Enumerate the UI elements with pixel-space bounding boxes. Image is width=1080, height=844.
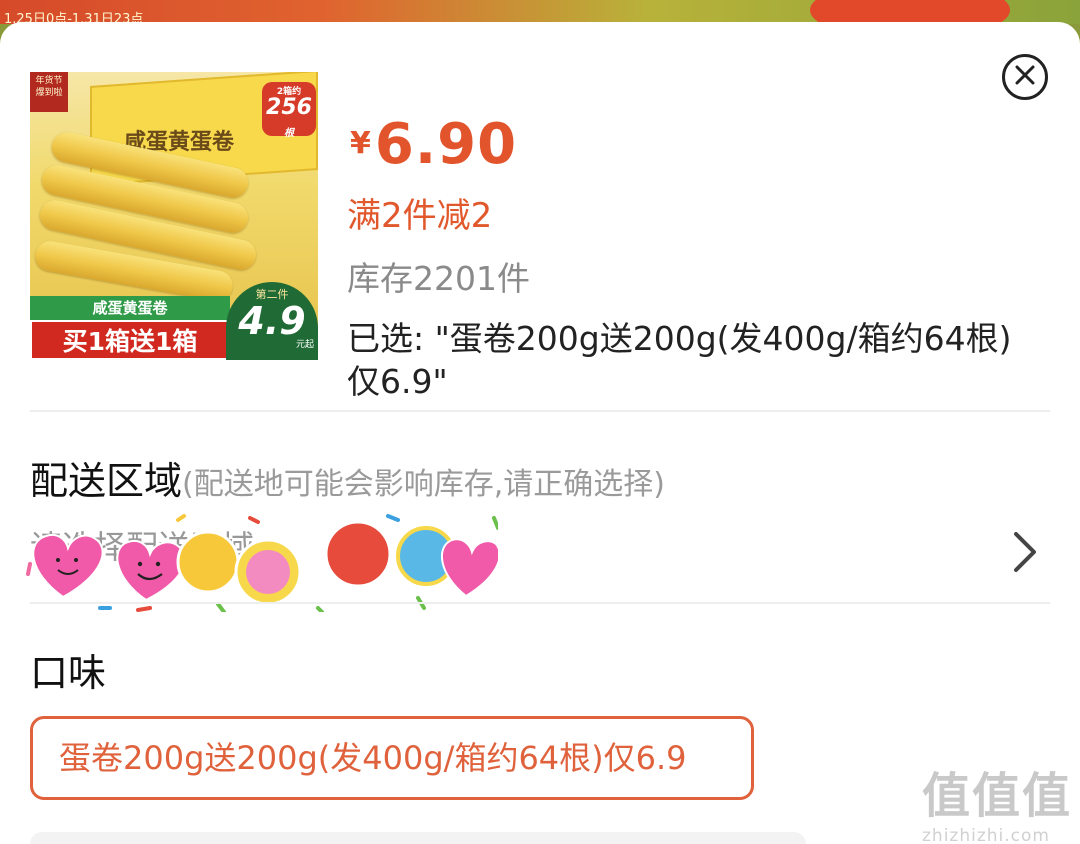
- flavor-section-title: 口味: [30, 651, 107, 695]
- product-image-offer: 买1箱送1箱: [30, 320, 230, 360]
- heart-sticker: [32, 534, 104, 599]
- watermark-logo: 值值值: [922, 768, 1073, 824]
- flavor-option-selected[interactable]: 蛋卷200g送200g(发400g/箱约64根)仅6.9: [30, 716, 754, 800]
- next-section-placeholder: [30, 832, 806, 844]
- delivery-hint: (配送地可能会影响库存,请正确选择): [182, 467, 665, 502]
- selected-sku-text: 已选: "蛋卷200g送200g(发400g/箱约64根)仅6.9": [347, 319, 1012, 401]
- product-image-price-badge: 第二件 4.9 元起: [226, 282, 318, 360]
- heart-sticker: [116, 540, 186, 602]
- product-price: ¥6.90: [350, 112, 517, 177]
- heart-sticker: [441, 538, 498, 598]
- sticker-overlay: [26, 514, 498, 612]
- background-badge: [810, 0, 1010, 24]
- product-image[interactable]: 咸蛋黄蛋卷 年货节 爆到啦 2箱约 256根 咸蛋黄蛋卷 买1箱送1箱 第二件 …: [30, 72, 318, 360]
- price-amount: 6.90: [374, 112, 518, 177]
- watermark: 值值值 zhizhizhi.com: [922, 756, 1072, 844]
- delivery-region-selector[interactable]: 请选择配送区域: [26, 512, 1050, 612]
- chevron-right-icon: [1012, 530, 1038, 585]
- product-image-quantity-badge: 2箱约 256根: [262, 82, 316, 139]
- product-image-tag: 年货节 爆到啦: [30, 72, 68, 112]
- stock-text: 库存2201件: [347, 259, 530, 298]
- sku-selector-sheet: 咸蛋黄蛋卷 年货节 爆到啦 2箱约 256根 咸蛋黄蛋卷 买1箱送1箱 第二件 …: [0, 22, 1080, 844]
- watermark-url: zhizhizhi.com: [922, 826, 1050, 844]
- delivery-title: 配送区域: [30, 459, 183, 503]
- product-image-caption: 咸蛋黄蛋卷: [30, 296, 230, 320]
- close-button[interactable]: [1002, 54, 1048, 100]
- background-banner: 1.25日0点-1.31日23点: [0, 0, 1080, 24]
- close-circle-icon: [1014, 64, 1036, 90]
- currency-symbol: ¥: [350, 126, 371, 161]
- divider: [30, 410, 1050, 412]
- smiley-sticker: [176, 530, 240, 594]
- sugar-sticker: [324, 520, 392, 588]
- delivery-section-title: 配送区域(配送地可能会影响库存,请正确选择): [30, 450, 665, 505]
- smiley-sticker-face: [246, 550, 290, 594]
- promotion-text: 满2件减2: [347, 196, 493, 236]
- divider: [30, 602, 1050, 604]
